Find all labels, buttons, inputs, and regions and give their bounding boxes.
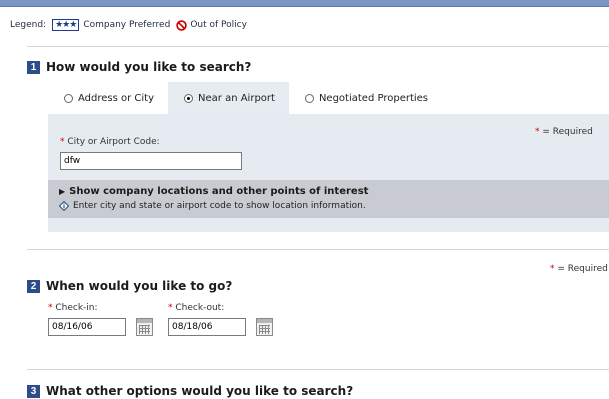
check-out-label-text: Check-out: — [175, 303, 225, 313]
info-icon — [59, 201, 69, 211]
check-out-label: * Check-out: — [168, 303, 224, 313]
section-3-title: What other options would you like to sea… — [46, 384, 354, 398]
negotiated-properties-radio[interactable] — [304, 93, 314, 103]
check-in-date-input[interactable]: 08/16/06 — [48, 318, 126, 336]
required-note-2: * = Required — [550, 264, 608, 274]
location-hint-text: Enter city and state or airport code to … — [73, 201, 366, 211]
tab-negotiated-properties[interactable]: Negotiated Properties — [289, 82, 442, 114]
legend-out-of-policy: Out of Policy — [190, 20, 247, 30]
section-divider — [27, 369, 609, 370]
check-in-calendar-icon[interactable] — [136, 318, 153, 336]
company-preferred-stars-icon: ★★★ — [52, 19, 80, 31]
show-company-locations-link[interactable]: ▶ Show company locations and other points… — [59, 186, 368, 197]
section-divider — [27, 46, 609, 47]
tab-negotiated-properties-label: Negotiated Properties — [318, 92, 429, 104]
required-note: * = Required — [535, 127, 593, 137]
company-locations-bar: ▶ Show company locations and other points… — [48, 180, 609, 218]
tab-near-an-airport[interactable]: Near an Airport — [168, 82, 289, 114]
section-3-badge: 3 — [27, 385, 40, 398]
city-airport-code-input[interactable]: dfw — [60, 152, 242, 170]
show-company-locations-text: Show company locations and other points … — [69, 186, 369, 197]
check-in-label-text: Check-in: — [55, 303, 98, 313]
legend-company-preferred: Company Preferred — [83, 20, 171, 30]
near-an-airport-radio[interactable] — [184, 93, 194, 103]
address-or-city-radio[interactable] — [64, 93, 73, 103]
expand-triangle-icon: ▶ — [59, 187, 66, 196]
check-out-date-input[interactable]: 08/18/06 — [168, 318, 246, 336]
top-header-bar — [0, 0, 609, 7]
section-1-title: How would you like to search? — [46, 60, 252, 74]
tab-address-or-city[interactable]: Address or City — [48, 82, 168, 114]
check-in-label: * Check-in: — [48, 303, 98, 313]
city-airport-label: * City or Airport Code: — [60, 137, 160, 147]
location-hint: Enter city and state or airport code to … — [59, 201, 366, 211]
section-divider — [27, 249, 609, 250]
section-1-badge: 1 — [27, 61, 40, 74]
tab-near-an-airport-label: Near an Airport — [198, 92, 275, 104]
legend-label: Legend: — [10, 20, 47, 30]
check-out-calendar-icon[interactable] — [256, 318, 273, 336]
city-airport-label-text: City or Airport Code: — [67, 137, 160, 147]
section-2-badge: 2 — [27, 280, 40, 293]
section-2-title: When would you like to go? — [46, 279, 233, 293]
legend: Legend: ★★★ Company Preferred Out of Pol… — [10, 17, 247, 33]
out-of-policy-icon — [176, 19, 188, 31]
required-text-2: = Required — [554, 264, 608, 274]
search-type-tabs: Address or City Near an Airport Negotiat… — [48, 82, 442, 114]
tab-address-or-city-label: Address or City — [78, 92, 155, 104]
airport-search-panel: * = Required * City or Airport Code: dfw… — [48, 114, 609, 232]
required-text: = Required — [539, 127, 593, 137]
